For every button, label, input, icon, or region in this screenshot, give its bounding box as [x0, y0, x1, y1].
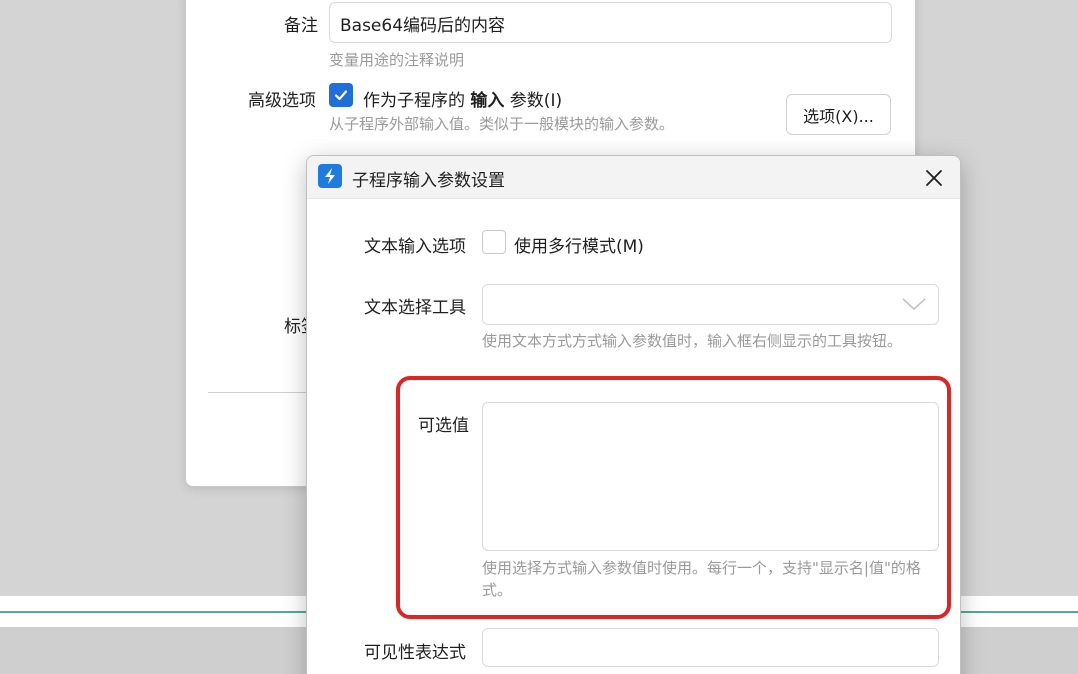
checkbox-label-bold: 输入: [470, 91, 505, 111]
remark-hint: 变量用途的注释说明: [329, 51, 465, 69]
chevron-down-icon: [902, 298, 926, 311]
visibility-expression-input[interactable]: [482, 628, 939, 667]
multiline-checkbox-label[interactable]: 使用多行模式(M): [514, 232, 644, 257]
text-select-tool-dropdown[interactable]: [482, 284, 939, 325]
app-logo-icon: [318, 164, 342, 188]
advanced-options-label: 高级选项: [248, 91, 316, 111]
text-select-tool-label: 文本选择工具: [364, 298, 466, 318]
check-icon: [334, 90, 348, 101]
input-parameter-checkbox[interactable]: [329, 83, 353, 107]
text-input-option-label: 文本输入选项: [364, 237, 466, 257]
options-button[interactable]: 选项(X)...: [786, 94, 891, 135]
input-parameter-checkbox-label[interactable]: 作为子程序的 输入 参数(I): [363, 86, 562, 111]
text-select-tool-hint: 使用文本方式方式输入参数值时，输入框右侧显示的工具按钮。: [482, 332, 903, 350]
checkbox-label-prefix: 作为子程序的: [363, 91, 471, 111]
dialog-title: 子程序输入参数设置: [352, 171, 505, 191]
remark-label: 备注: [284, 16, 318, 36]
advanced-options-hint: 从子程序外部输入值。类似于一般模块的输入参数。: [329, 115, 675, 133]
optional-values-hint: 使用选择方式输入参数值时使用。每行一个，支持"显示名|值"的格式。: [482, 559, 921, 599]
subprogram-input-parameter-dialog: 子程序输入参数设置 文本输入选项 使用多行模式(M) 文本选择工具 使用文本方式…: [306, 155, 961, 674]
visibility-expression-label: 可见性表达式: [364, 643, 466, 663]
multiline-checkbox[interactable]: [482, 230, 506, 254]
checkbox-label-suffix: 参数(I): [504, 91, 563, 111]
remark-input[interactable]: Base64编码后的内容: [329, 2, 892, 43]
optional-values-label: 可选值: [418, 416, 469, 436]
close-button[interactable]: [918, 162, 950, 194]
optional-values-textarea[interactable]: [482, 402, 939, 551]
dialog-titlebar[interactable]: 子程序输入参数设置: [307, 156, 960, 199]
tag-label-partial: 标签: [284, 317, 306, 337]
close-icon: [926, 170, 942, 186]
remark-input-value: Base64编码后的内容: [340, 16, 506, 36]
section-divider: [208, 392, 318, 393]
